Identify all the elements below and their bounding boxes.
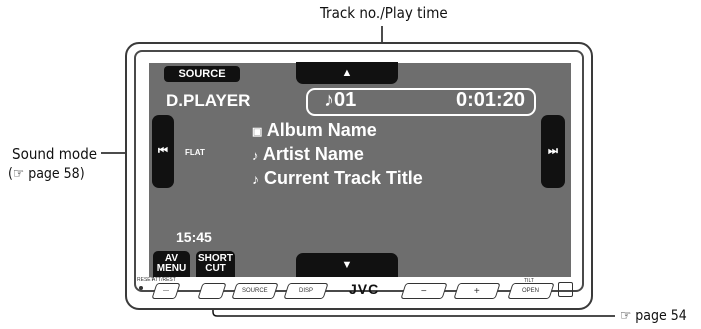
album-name: Album Name (266, 120, 377, 140)
reset-button[interactable] (139, 286, 143, 290)
album-row: ▣ Album Name (252, 120, 377, 141)
att-button-icon: — (163, 288, 169, 294)
sound-mode-page-ref: (☞ page 58) (8, 166, 85, 182)
minus-label: − (421, 285, 427, 297)
source-hardware-button[interactable]: SOURCE (231, 283, 279, 299)
source-hw-label: SOURCE (242, 288, 268, 294)
source-button-label: SOURCE (178, 68, 226, 80)
down-arrow-icon: ▼ (341, 259, 353, 271)
sound-mode-value: FLAT (185, 148, 205, 157)
play-time: 0:01:20 (456, 89, 525, 111)
sound-mode-callout: Sound mode (12, 145, 98, 163)
volume-up-button[interactable]: + (453, 283, 501, 299)
scroll-up-button[interactable]: ▲ (296, 62, 398, 84)
scroll-down-button[interactable]: ▼ (296, 253, 398, 277)
next-track-button[interactable]: ⏭ (541, 115, 565, 188)
track-number: ♪01 (324, 89, 357, 111)
brand-logo: JVC (349, 281, 380, 297)
shortcut-button[interactable]: SHORT CUT (196, 251, 235, 277)
track-title-icon: ♪ (252, 171, 259, 187)
shortcut-label-2: CUT (205, 263, 226, 274)
source-button[interactable]: SOURCE (164, 66, 240, 82)
artist-name: Artist Name (262, 144, 364, 164)
previous-icon: ⏮ (158, 145, 168, 157)
title-row: ♪ Current Track Title (252, 168, 423, 189)
source-name: D.PLAYER (166, 91, 251, 110)
eject-square-button[interactable] (558, 282, 573, 297)
previous-track-button[interactable]: ⏮ (152, 115, 174, 188)
next-icon: ⏭ (548, 145, 558, 157)
plus-label: + (474, 285, 480, 297)
clock: 15:45 (176, 229, 212, 245)
av-menu-button[interactable]: AV MENU (153, 251, 190, 277)
page-54-ref: ☞ page 54 (620, 308, 687, 324)
disp-label: DISP (298, 288, 313, 294)
av-menu-label-2: MENU (156, 263, 187, 274)
disp-button[interactable]: DISP (283, 283, 329, 299)
artist-row: ♪ Artist Name (252, 144, 364, 165)
open-button[interactable]: OPEN (507, 283, 555, 299)
album-icon: ▣ (252, 125, 263, 138)
artist-icon: ♪ (252, 148, 259, 163)
up-arrow-icon: ▲ (341, 67, 353, 79)
track-title: Current Track Title (264, 168, 423, 188)
open-label: OPEN (522, 288, 540, 294)
volume-down-button[interactable]: − (400, 283, 448, 299)
